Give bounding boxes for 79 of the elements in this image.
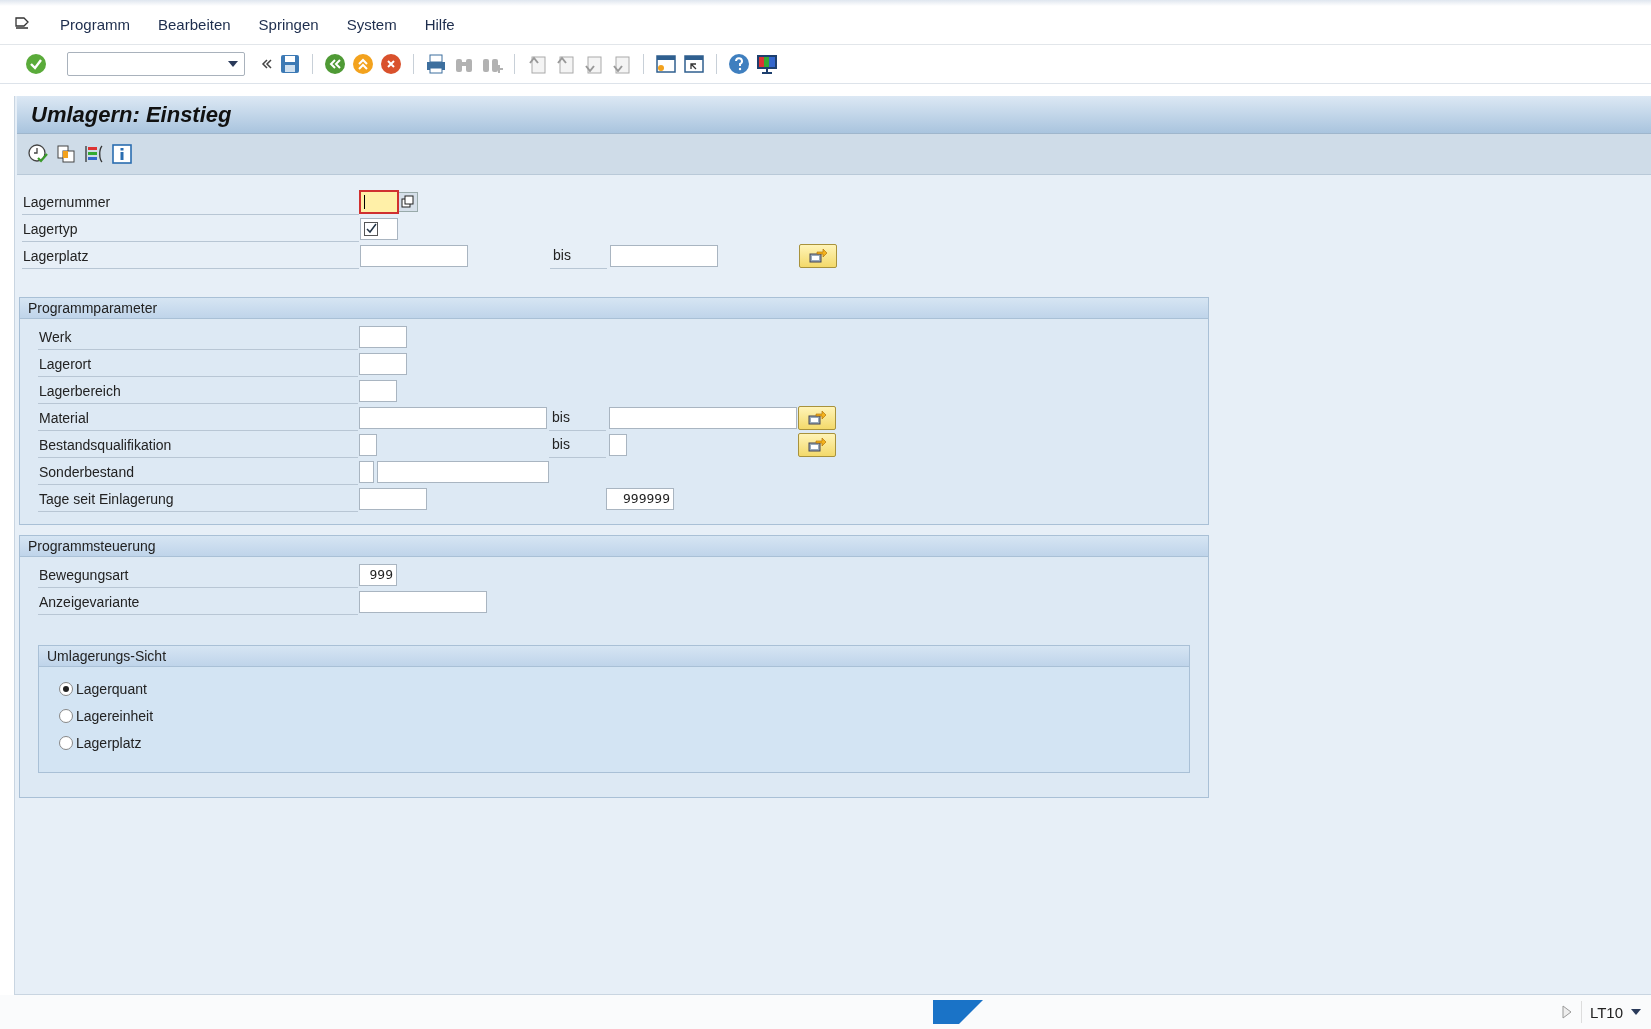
field-label: Bestandsqualifikation xyxy=(38,431,358,458)
input-field[interactable] xyxy=(359,460,374,483)
dropdown-caret-icon[interactable] xyxy=(1631,1009,1641,1015)
field-label: Lagerbereich xyxy=(38,377,358,404)
group-title: Umlagerungs-Sicht xyxy=(47,648,167,664)
input-field[interactable] xyxy=(610,244,718,267)
up-arrow-circle-icon[interactable] xyxy=(352,53,374,75)
page-arrow-icon[interactable] xyxy=(554,53,576,75)
arrow-into-box-icon xyxy=(808,247,828,264)
field-label: Material xyxy=(38,404,358,431)
shortcut-window-icon[interactable] xyxy=(683,53,705,75)
page-arrow-icon[interactable] xyxy=(582,53,604,75)
info-icon[interactable] xyxy=(111,143,133,165)
range-label: bis xyxy=(550,242,607,269)
input-field[interactable] xyxy=(609,433,627,456)
field-label: Lagerort xyxy=(38,350,358,377)
focused-input-field[interactable] xyxy=(360,190,398,213)
menu-item[interactable]: Springen xyxy=(258,15,319,33)
copy-icon[interactable] xyxy=(55,143,77,165)
menu-item[interactable]: Bearbeiten xyxy=(158,15,231,33)
range-label: bis xyxy=(549,404,606,431)
field-label: Bewegungsart xyxy=(38,561,358,588)
group-title: Programmparameter xyxy=(28,300,158,316)
save-icon[interactable] xyxy=(279,53,301,75)
double-chevron-icon[interactable] xyxy=(261,58,273,70)
radio-option[interactable]: Lagereinheit xyxy=(59,702,154,729)
multiple-selection-button[interactable] xyxy=(799,243,837,268)
field-label: Sonderbestand xyxy=(38,458,358,485)
multiple-selection-button[interactable] xyxy=(798,432,836,457)
group-title: Programmsteuerung xyxy=(28,538,156,554)
dropdown-caret-icon xyxy=(228,61,238,67)
arrow-into-box-icon xyxy=(807,409,827,426)
radio-button[interactable] xyxy=(59,708,73,723)
page-arrow-icon[interactable] xyxy=(610,53,632,75)
command-field[interactable] xyxy=(67,52,245,76)
value-help-icon[interactable] xyxy=(398,191,418,212)
play-icon[interactable] xyxy=(1560,1004,1573,1020)
transaction-code[interactable]: LT10 xyxy=(1589,1003,1623,1021)
field-label: Tage seit Einlagerung xyxy=(38,485,358,512)
field-label: Lagertyp xyxy=(22,215,359,242)
field-label: Lagerplatz xyxy=(22,242,359,269)
radio-button[interactable] xyxy=(59,735,73,750)
monitor-icon[interactable] xyxy=(756,53,778,75)
page-arrow-icon[interactable] xyxy=(526,53,548,75)
help-icon[interactable] xyxy=(728,53,750,75)
sap-logo xyxy=(933,1000,983,1024)
checkmark-icon[interactable] xyxy=(25,53,47,75)
clock-check-icon[interactable] xyxy=(27,143,49,165)
radio-option[interactable]: Lagerquant xyxy=(59,675,147,702)
field-label: Werk xyxy=(38,323,358,350)
input-field[interactable]: 999 xyxy=(359,563,397,586)
input-field[interactable] xyxy=(359,406,547,429)
input-field[interactable]: 999999 xyxy=(606,487,674,510)
multiple-selection-button[interactable] xyxy=(798,405,836,430)
input-field[interactable] xyxy=(359,433,377,456)
input-field[interactable] xyxy=(360,244,468,267)
back-icon[interactable] xyxy=(324,53,346,75)
checkbox[interactable] xyxy=(364,221,378,236)
colored-bars-icon[interactable] xyxy=(83,143,105,165)
print-icon[interactable] xyxy=(425,53,447,75)
cancel-icon[interactable] xyxy=(380,53,402,75)
input-field[interactable] xyxy=(359,590,487,613)
radio-button[interactable] xyxy=(59,681,73,696)
radio-option[interactable]: Lagerplatz xyxy=(59,729,142,756)
menu-item[interactable]: Programm xyxy=(60,15,130,33)
new-window-icon[interactable] xyxy=(655,53,677,75)
range-label: bis xyxy=(549,431,606,458)
input-field[interactable] xyxy=(376,460,549,483)
menu-item[interactable]: Hilfe xyxy=(424,15,455,33)
arrow-into-box-icon xyxy=(807,436,827,453)
input-field[interactable] xyxy=(359,487,427,510)
input-field[interactable] xyxy=(609,406,797,429)
input-field[interactable] xyxy=(359,325,407,348)
field-label: Lagernummer xyxy=(22,188,359,215)
input-field[interactable] xyxy=(359,352,407,375)
menu-item[interactable]: System xyxy=(346,15,397,33)
field-label: Anzeigevariante xyxy=(38,588,358,615)
screen-title: Umlagern: Einstieg xyxy=(31,101,232,128)
input-field[interactable] xyxy=(359,379,397,402)
